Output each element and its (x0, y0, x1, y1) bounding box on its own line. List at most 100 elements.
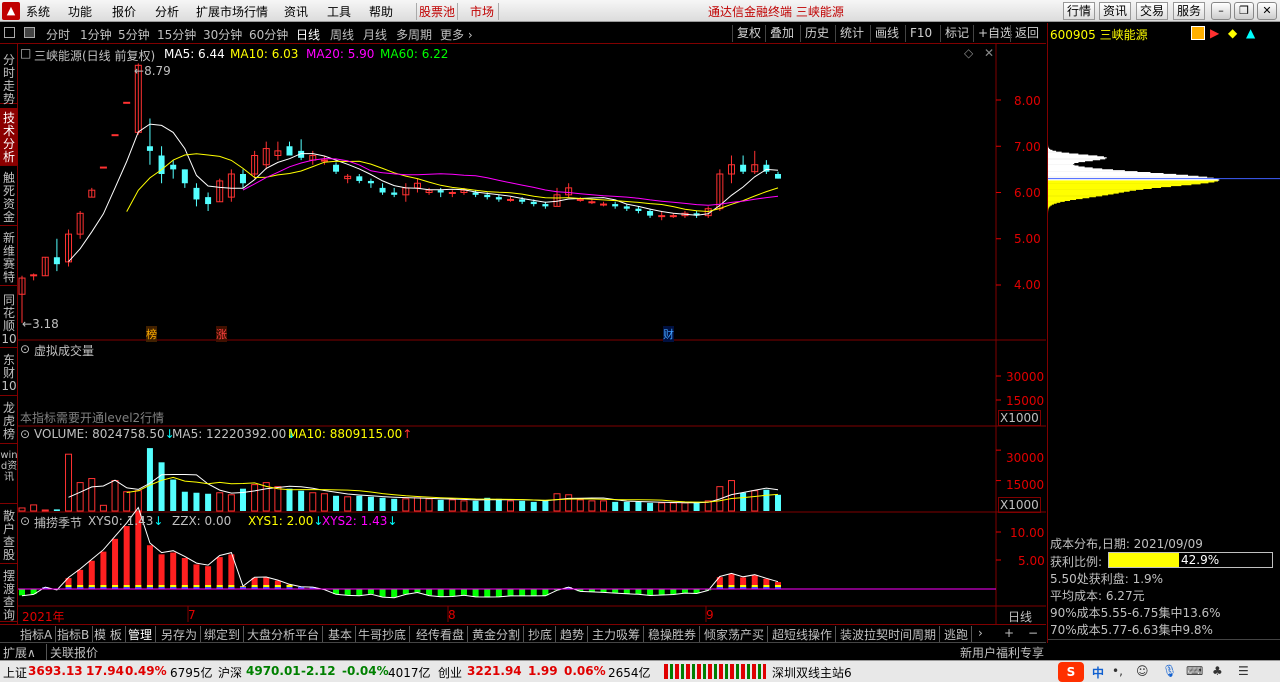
main-collapse-icon[interactable]: □ (20, 46, 31, 60)
restore-icon[interactable]: ❐ (1234, 2, 1254, 20)
btab-7[interactable]: 基本 (328, 626, 357, 643)
left-tab-eastmoney[interactable]: 东财10 (0, 350, 18, 396)
minimize-icon[interactable]: – (1211, 2, 1231, 20)
left-tab-capital[interactable]: 触死资金 (0, 168, 18, 226)
ime-punct-icon[interactable]: •, (1112, 664, 1123, 678)
app-logo-icon[interactable]: ▲ (2, 2, 20, 20)
vol-collapse-icon[interactable]: ⊙ (20, 427, 30, 441)
menu-ext-market[interactable]: 扩展市场行情 (196, 3, 268, 20)
btab-4[interactable]: 另存为 (161, 626, 202, 643)
left-tab-xinwei[interactable]: 新维赛特 (0, 228, 18, 286)
btn-back[interactable]: 返回 (1010, 25, 1043, 42)
period-60min[interactable]: 60分钟 (249, 26, 288, 43)
ind-bar (472, 589, 479, 597)
tabs-scroll-right-icon[interactable]: › (978, 626, 983, 640)
new-user-promo[interactable]: 新用户福利专享 (960, 644, 1044, 661)
btn-f10[interactable]: F10 (905, 25, 936, 42)
menu-news[interactable]: 资讯 (284, 3, 308, 20)
ime-mic-icon[interactable]: 🎙 (1162, 664, 1177, 678)
menu-stock-pool[interactable]: 股票池 (416, 3, 459, 20)
ime-menu-icon[interactable]: ☰ (1238, 664, 1249, 678)
menu-function[interactable]: 功能 (68, 3, 92, 20)
menu-tools[interactable]: 工具 (327, 3, 351, 20)
marker-zhang[interactable]: 涨 (216, 326, 227, 342)
btn-stats[interactable]: 统计 (835, 25, 868, 42)
layout-square-icon[interactable] (24, 27, 35, 38)
left-tab-ths[interactable]: 同花顺10 (0, 290, 18, 348)
panel-icon-4[interactable]: ▲ (1246, 26, 1260, 40)
zoom-out-icon[interactable]: − (1028, 626, 1038, 640)
left-tab-baidu[interactable]: 摆渡查询 (0, 566, 18, 622)
btn-overlay[interactable]: 叠加 (765, 25, 798, 42)
btab-18[interactable]: 逃跑 (944, 626, 973, 643)
vv-collapse-icon[interactable]: ⊙ (20, 342, 30, 356)
btn-mark[interactable]: 标记 (940, 25, 973, 42)
top-btn-news[interactable]: 资讯 (1099, 2, 1131, 20)
ime-emoji-icon[interactable]: ☺ (1136, 664, 1149, 678)
period-5min[interactable]: 5分钟 (118, 26, 150, 43)
btab-9[interactable]: 经传看盘 (416, 626, 469, 643)
panel-icon-3[interactable]: ◆ (1228, 26, 1242, 40)
period-1min[interactable]: 1分钟 (80, 26, 112, 43)
menu-market[interactable]: 市场 (466, 3, 500, 20)
ime-chinese-icon[interactable]: 中 (1092, 664, 1104, 681)
period-15min[interactable]: 15分钟 (157, 26, 196, 43)
left-tab-fenshi[interactable]: 分时走势 (0, 52, 18, 106)
btab-5[interactable]: 绑定到 (204, 626, 245, 643)
server-name[interactable]: 深圳双线主站6 (772, 664, 852, 681)
btab-1[interactable]: 指标B (57, 626, 94, 643)
btn-draw[interactable]: 画线 (870, 25, 903, 42)
period-multi[interactable]: 多周期 (396, 26, 432, 43)
left-tab-longhu[interactable]: 龙虎榜 (0, 398, 18, 444)
main-settings-icon[interactable]: ◇ (964, 46, 973, 60)
close-icon[interactable]: ✕ (1257, 2, 1277, 20)
chart-svg[interactable] (18, 44, 1046, 624)
menu-system[interactable]: 系统 (26, 3, 50, 20)
menu-analysis[interactable]: 分析 (155, 3, 179, 20)
top-btn-quote[interactable]: 行情 (1063, 2, 1095, 20)
expand-button[interactable]: 扩展∧ (3, 644, 36, 661)
btab-0[interactable]: 指标A (20, 626, 57, 643)
left-tab-sanhu[interactable]: 散户查股 (0, 506, 18, 564)
zoom-in-icon[interactable]: + (1004, 626, 1014, 640)
marker-cai[interactable]: 财 (663, 326, 674, 342)
period-daily[interactable]: 日线 (296, 26, 320, 43)
related-quote-button[interactable]: 关联报价 (46, 644, 98, 661)
marker-bang[interactable]: 榜 (146, 326, 157, 342)
panel-icon-2[interactable]: ▶ (1210, 26, 1224, 40)
btn-history[interactable]: 历史 (800, 25, 833, 42)
menu-help[interactable]: 帮助 (369, 3, 393, 20)
top-btn-trade[interactable]: 交易 (1136, 2, 1168, 20)
period-weekly[interactable]: 周线 (330, 26, 354, 43)
top-btn-service[interactable]: 服务 (1173, 2, 1205, 20)
chart-area[interactable]: □ 三峡能源(日线 前复权) MA5: 6.44 MA10: 6.03 MA20… (18, 44, 1046, 624)
btab-6[interactable]: 大盘分析平台 (247, 626, 324, 643)
period-more[interactable]: 更多 › (440, 26, 473, 43)
btab-2[interactable]: 模 板 (94, 626, 126, 643)
ind-collapse-icon[interactable]: ⊙ (20, 514, 30, 528)
period-30min[interactable]: 30分钟 (203, 26, 242, 43)
menu-quote[interactable]: 报价 (112, 3, 136, 20)
btn-fuquan[interactable]: 复权 (732, 25, 765, 42)
btab-15[interactable]: 倾家荡产买 (704, 626, 769, 643)
btab-8[interactable]: 牛哥抄底 (358, 626, 411, 643)
btab-14[interactable]: 稳操胜券 (648, 626, 701, 643)
btab-17[interactable]: 装波拉契时间周期 (840, 626, 941, 643)
btab-12[interactable]: 趋势 (560, 626, 589, 643)
period-fenshi[interactable]: 分时 (46, 26, 70, 43)
period-monthly[interactable]: 月线 (363, 26, 387, 43)
layout-toggle-icon[interactable] (4, 27, 15, 38)
btab-10[interactable]: 黄金分割 (472, 626, 525, 643)
btab-16[interactable]: 超短线操作 (772, 626, 837, 643)
market-breadth-icon[interactable] (664, 664, 766, 679)
left-tab-wind[interactable]: wind资讯 (0, 446, 18, 504)
ime-keyboard-icon[interactable]: ⌨ (1186, 664, 1203, 678)
ime-skin-icon[interactable]: ♣ (1212, 664, 1223, 678)
btab-13[interactable]: 主力吸筹 (592, 626, 645, 643)
btab-3[interactable]: 管理 (128, 626, 157, 643)
btab-11[interactable]: 抄底 (528, 626, 557, 643)
ime-logo-icon[interactable]: S (1058, 662, 1084, 682)
main-close-icon[interactable]: ✕ (984, 46, 994, 60)
panel-icon-1[interactable] (1191, 26, 1205, 40)
left-tab-tech[interactable]: 技术分析 (0, 108, 18, 166)
